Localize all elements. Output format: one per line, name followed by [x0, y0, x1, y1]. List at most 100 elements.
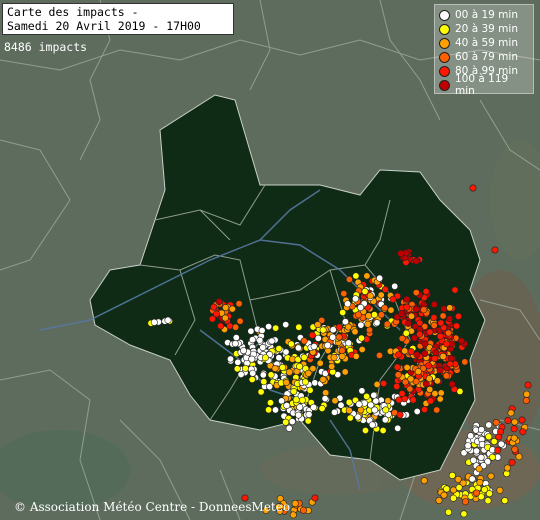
impact-dot — [258, 326, 266, 334]
impact-dot — [451, 286, 459, 294]
impact-dot — [257, 388, 265, 396]
impact-dot — [341, 368, 349, 376]
impact-dot — [237, 370, 245, 378]
impact-dot — [345, 339, 353, 347]
impact-dot — [461, 498, 469, 506]
impact-dot — [407, 348, 415, 356]
impact-dot — [379, 426, 387, 434]
impact-dot — [372, 397, 380, 405]
impact-dot — [221, 314, 229, 322]
impact-dot — [361, 426, 369, 434]
impact-dot — [357, 406, 365, 414]
legend-swatch — [439, 23, 450, 35]
impact-dot — [518, 416, 526, 424]
impact-dot — [497, 428, 505, 436]
legend-item: 20 à 39 min — [439, 22, 529, 36]
impact-dot — [472, 489, 480, 497]
impact-dot — [455, 483, 463, 491]
impact-dot — [314, 321, 322, 329]
impact-dot — [241, 364, 249, 372]
impact-dot — [475, 465, 483, 473]
impact-dot — [231, 340, 239, 348]
impact-dot — [352, 352, 360, 360]
impact-dot — [324, 341, 332, 349]
impact-dot — [260, 378, 268, 386]
impact-dot — [370, 311, 378, 319]
impact-dot — [510, 434, 518, 442]
impact-dot — [494, 446, 502, 454]
impact-dot — [420, 405, 428, 413]
impact-dot — [496, 486, 504, 494]
impact-dot — [510, 425, 518, 433]
impact-dot — [364, 320, 372, 328]
impact-dot — [346, 414, 354, 422]
legend-swatch — [439, 79, 450, 91]
impact-dot — [329, 333, 337, 341]
impact-dot — [259, 343, 267, 351]
impact-dot — [409, 396, 417, 404]
impact-dot — [329, 326, 337, 334]
impact-dot — [420, 306, 428, 314]
impact-dot — [464, 442, 472, 450]
impact-dot — [282, 348, 290, 356]
impact-dot — [491, 246, 499, 254]
impact-dot — [213, 310, 221, 318]
impact-dot — [300, 353, 308, 361]
impact-dot — [403, 303, 411, 311]
impact-dot — [352, 272, 360, 280]
impact-dot — [469, 184, 477, 192]
impact-dot — [524, 381, 532, 389]
impact-dot — [376, 274, 384, 282]
legend-label: 60 à 79 min — [455, 51, 518, 63]
impact-dot — [338, 347, 346, 355]
impact-dot — [468, 475, 476, 483]
impact-dot — [363, 272, 371, 280]
impact-dot — [402, 329, 410, 337]
impact-dot — [296, 403, 304, 411]
impact-dot — [440, 491, 448, 499]
impact-dot — [437, 389, 445, 397]
impact-dot — [485, 421, 493, 429]
impact-dot — [266, 399, 274, 407]
impact-dot — [266, 383, 274, 391]
legend-swatch — [439, 65, 450, 77]
impact-dot — [480, 486, 488, 494]
impact-dot — [387, 306, 395, 314]
impact-dot — [375, 351, 383, 359]
impact-dot — [311, 494, 319, 502]
impact-dot — [426, 328, 434, 336]
impact-dot — [448, 380, 456, 388]
impact-dot — [275, 354, 283, 362]
legend-label: 20 à 39 min — [455, 23, 518, 35]
impact-dot — [449, 494, 457, 502]
impact-dot — [507, 409, 515, 417]
legend-item: 00 à 19 min — [439, 8, 529, 22]
impact-dot — [389, 295, 397, 303]
impact-dot — [318, 404, 326, 412]
impact-dot — [492, 418, 500, 426]
impact-dot — [358, 345, 366, 353]
impact-dot — [304, 369, 312, 377]
impact-dot — [401, 347, 409, 355]
impact-dot — [259, 371, 267, 379]
impact-dot — [440, 305, 448, 313]
impact-dot — [446, 304, 454, 312]
impact-dot — [357, 334, 365, 342]
impact-dot — [413, 351, 421, 359]
impact-dot — [422, 380, 430, 388]
impact-dot — [345, 398, 353, 406]
impact-dot — [271, 406, 279, 414]
impact-dot — [497, 440, 505, 448]
impact-dot — [316, 359, 324, 367]
impact-dot — [217, 322, 225, 330]
impact-dot — [444, 329, 452, 337]
impact-dot — [444, 508, 452, 516]
impact-dot — [503, 464, 511, 472]
impact-dot — [453, 322, 461, 330]
legend-item: 100 à 119 min — [439, 73, 529, 97]
impact-dot — [433, 377, 441, 385]
impact-dot — [396, 411, 404, 419]
impact-dot — [422, 287, 430, 295]
impact-dot — [304, 417, 312, 425]
impact-dot — [420, 477, 428, 485]
